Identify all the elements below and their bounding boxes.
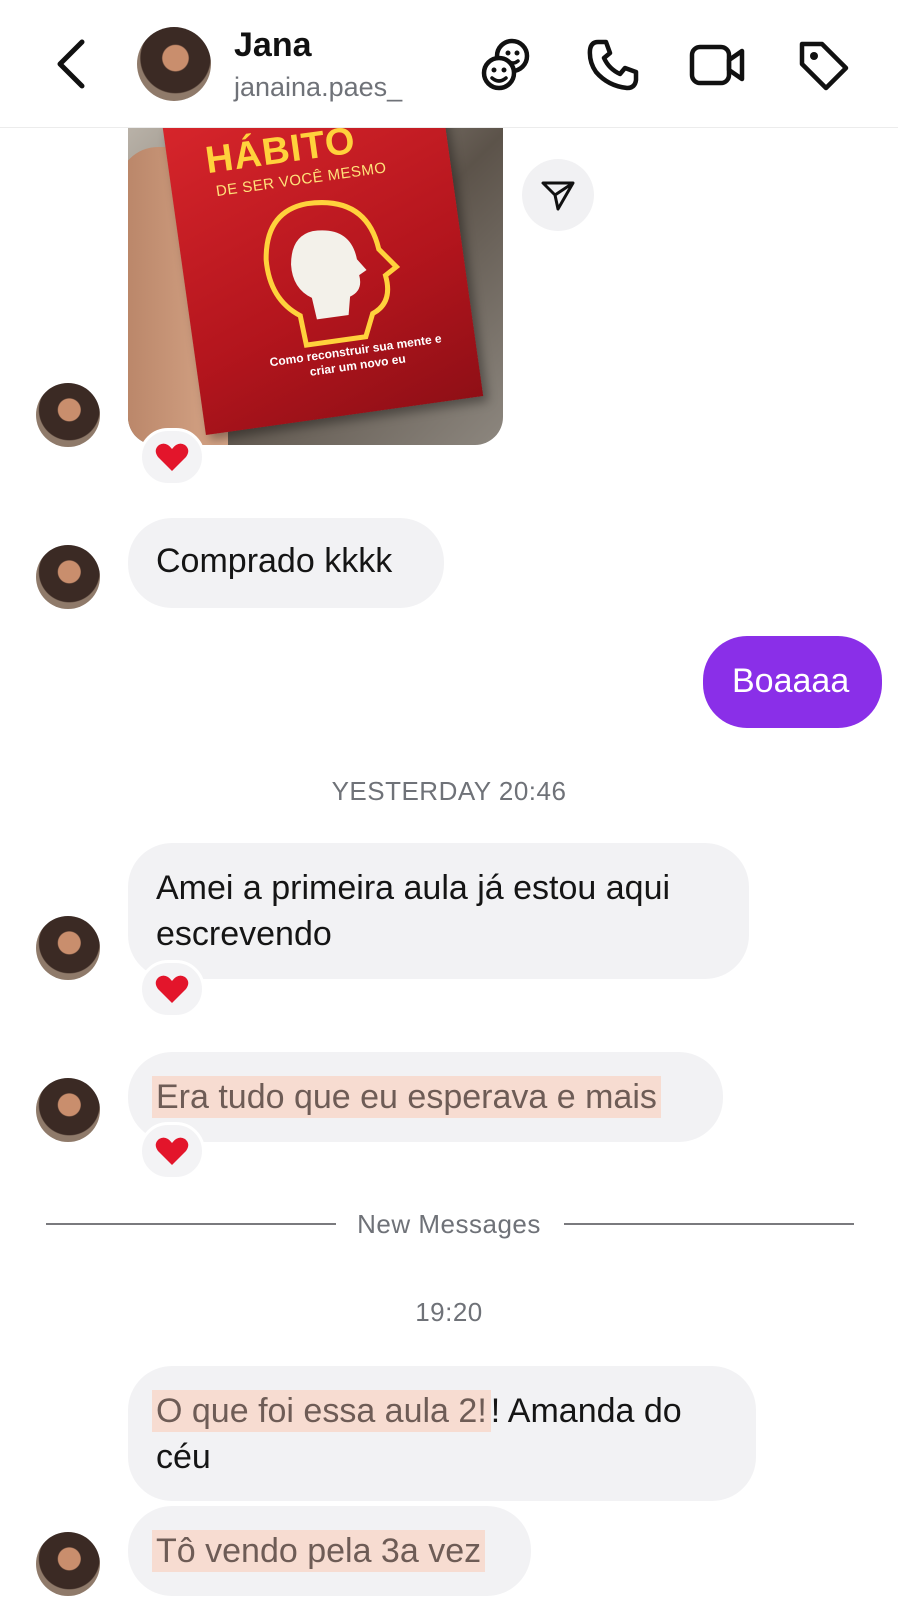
message-text: escrevendo bbox=[156, 915, 332, 953]
sender-avatar[interactable] bbox=[36, 1078, 100, 1142]
message-bubble[interactable]: Era tudo que eu esperava e mais bbox=[128, 1052, 723, 1142]
divider-line-right bbox=[564, 1223, 854, 1225]
highlighted-message-text: O que foi essa aula 2! bbox=[152, 1390, 491, 1432]
sender-avatar[interactable] bbox=[36, 383, 100, 447]
head-illustration bbox=[263, 200, 401, 348]
heart-reaction[interactable] bbox=[139, 428, 205, 486]
heart-reaction[interactable] bbox=[139, 1122, 205, 1180]
contact-username[interactable]: janaina.paes_ bbox=[234, 72, 402, 103]
book-cover: HÁBITO DE SER VOCÊ MESMO Como reconstrui… bbox=[162, 127, 484, 435]
book-photo[interactable]: HÁBITO DE SER VOCÊ MESMO Como reconstrui… bbox=[128, 127, 503, 445]
tag-icon[interactable] bbox=[794, 36, 852, 94]
message-bubble[interactable]: Comprado kkkk bbox=[128, 518, 444, 608]
timestamp: YESTERDAY 20:46 bbox=[331, 776, 567, 806]
share-button[interactable] bbox=[522, 159, 594, 231]
message-text: Amei a primeira aula já estou aqui bbox=[156, 869, 671, 907]
sticker-icon[interactable] bbox=[477, 36, 535, 94]
send-icon bbox=[541, 181, 575, 211]
sender-avatar[interactable] bbox=[36, 916, 100, 980]
video-call-icon[interactable] bbox=[688, 36, 746, 94]
sent-message-bubble[interactable]: Boaaaa bbox=[703, 636, 882, 728]
chat-header: Jana janaina.paes_ bbox=[0, 0, 898, 128]
contact-avatar[interactable] bbox=[137, 27, 211, 101]
sender-avatar[interactable] bbox=[36, 545, 100, 609]
back-arrow-icon[interactable] bbox=[52, 34, 92, 94]
message-text: Boaaaa bbox=[732, 662, 850, 700]
timestamp: 19:20 bbox=[415, 1297, 483, 1327]
sender-avatar[interactable] bbox=[36, 1532, 100, 1596]
highlighted-message-text: Era tudo que eu esperava e mais bbox=[152, 1076, 661, 1118]
phone-icon[interactable] bbox=[584, 36, 642, 94]
heart-reaction[interactable] bbox=[139, 960, 205, 1018]
heart-icon bbox=[155, 443, 189, 471]
message-bubble[interactable]: O que foi essa aula 2!! Amanda do céu bbox=[128, 1366, 756, 1501]
message-text: céu bbox=[156, 1438, 211, 1476]
heart-icon bbox=[155, 1137, 189, 1165]
message-bubble[interactable]: Tô vendo pela 3a vez bbox=[128, 1506, 531, 1596]
contact-name[interactable]: Jana bbox=[234, 26, 312, 65]
heart-icon bbox=[155, 975, 189, 1003]
message-text: Comprado kkkk bbox=[156, 542, 393, 580]
message-text: ! Amanda do bbox=[490, 1392, 682, 1430]
message-bubble[interactable]: Amei a primeira aula já estou aqui escre… bbox=[128, 843, 749, 979]
highlighted-message-text: Tô vendo pela 3a vez bbox=[152, 1530, 486, 1572]
